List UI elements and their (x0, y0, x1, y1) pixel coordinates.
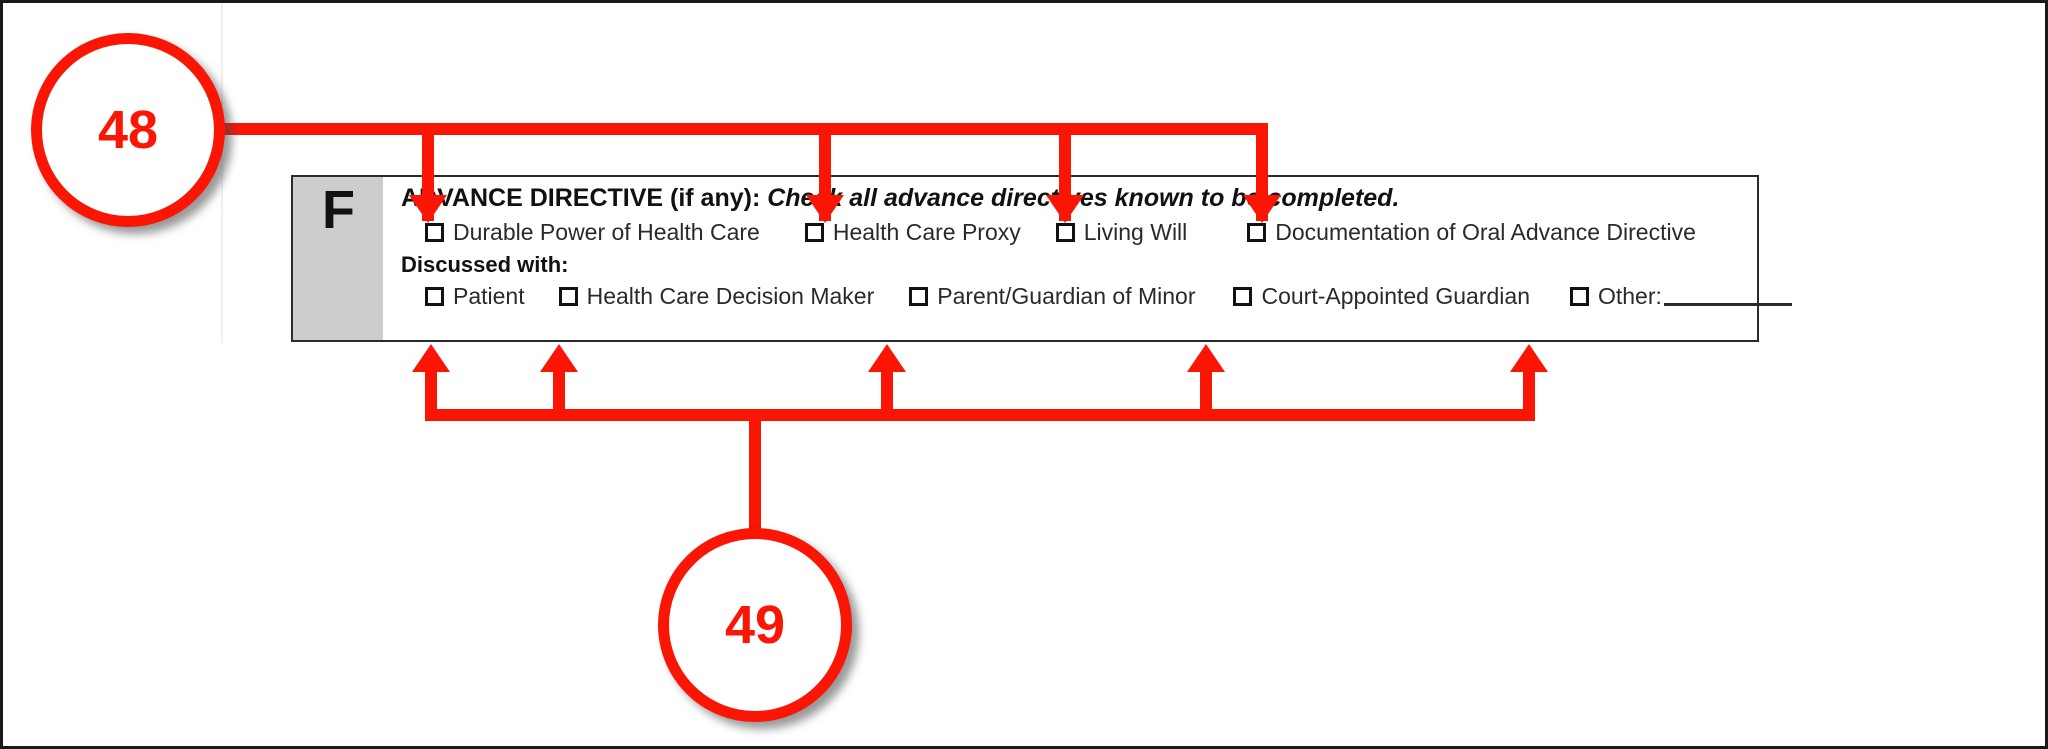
checkbox-icon[interactable] (1233, 286, 1253, 306)
callout-48-arrowhead-1 (409, 195, 447, 223)
checkbox-icon[interactable] (558, 286, 578, 306)
option-documentation-of-oral-advance-directive[interactable]: Documentation of Oral Advance Directive (1247, 219, 1696, 245)
callout-49-arrowhead-4 (1187, 344, 1225, 372)
callout-49-arrowhead-1 (412, 344, 450, 372)
discussed-with-options-row: Patient Health Care Decision Maker Paren… (401, 279, 1792, 313)
checkbox-icon[interactable] (425, 286, 444, 306)
callout-marker-49[interactable]: 49 (658, 528, 852, 722)
option-other[interactable]: Other: (1569, 283, 1792, 309)
callout-49-bus (425, 409, 1535, 421)
section-letter: F (322, 180, 355, 240)
option-label: Health Care Decision Maker (586, 283, 875, 309)
option-patient[interactable]: Patient (425, 283, 525, 309)
option-label: Documentation of Oral Advance Directive (1275, 219, 1696, 245)
section-letter-column: F (293, 177, 383, 340)
option-label: Durable Power of Health Care (453, 219, 760, 245)
callout-marker-48[interactable]: 48 (31, 33, 225, 227)
checkbox-icon[interactable] (804, 222, 824, 242)
callout-49-riser-5 (1523, 371, 1535, 417)
advance-directive-form-section: F ADVANCE DIRECTIVE (if any): Check all … (291, 175, 1792, 342)
callout-48-arrowhead-3 (1046, 195, 1084, 223)
callout-49-riser-2 (553, 371, 565, 417)
callout-48-arrowhead-4 (1243, 195, 1281, 223)
callout-49-riser-4 (1200, 371, 1212, 417)
checkbox-icon[interactable] (1055, 222, 1075, 242)
option-parent-guardian-of-minor[interactable]: Parent/Guardian of Minor (909, 283, 1195, 309)
callout-48-arrowhead-2 (806, 195, 844, 223)
option-label: Other: (1597, 283, 1662, 309)
checkbox-icon[interactable] (909, 286, 929, 306)
checkbox-icon[interactable] (1569, 286, 1589, 306)
callout-49-arrowhead-3 (868, 344, 906, 372)
callout-number: 49 (724, 595, 786, 655)
page-margin-guide (221, 3, 223, 343)
option-health-care-decision-maker[interactable]: Health Care Decision Maker (558, 283, 875, 309)
option-durable-power-of-health-care[interactable]: Durable Power of Health Care (425, 219, 760, 245)
callout-number: 48 (97, 100, 159, 160)
option-court-appointed-guardian[interactable]: Court-Appointed Guardian (1233, 283, 1530, 309)
annotated-form-screenshot: F ADVANCE DIRECTIVE (if any): Check all … (0, 0, 2048, 749)
option-label: Patient (453, 283, 525, 309)
option-label: Health Care Proxy (832, 219, 1021, 245)
option-label: Living Will (1083, 219, 1188, 245)
option-label: Court-Appointed Guardian (1261, 283, 1530, 309)
other-write-in-field[interactable] (1663, 287, 1792, 306)
callout-49-arrowhead-5 (1510, 344, 1548, 372)
callout-49-riser-1 (425, 371, 437, 417)
section-heading-bold: ADVANCE DIRECTIVE (if any): (401, 184, 761, 212)
option-label: Parent/Guardian of Minor (937, 283, 1196, 309)
callout-49-stem (749, 409, 761, 539)
callout-48-stem (218, 123, 1268, 135)
callout-49-arrowhead-2 (540, 344, 578, 372)
checkbox-icon[interactable] (425, 222, 444, 242)
callout-49-riser-3 (881, 371, 893, 417)
discussed-with-heading: Discussed with: (401, 252, 569, 277)
checkbox-icon[interactable] (1247, 222, 1267, 242)
